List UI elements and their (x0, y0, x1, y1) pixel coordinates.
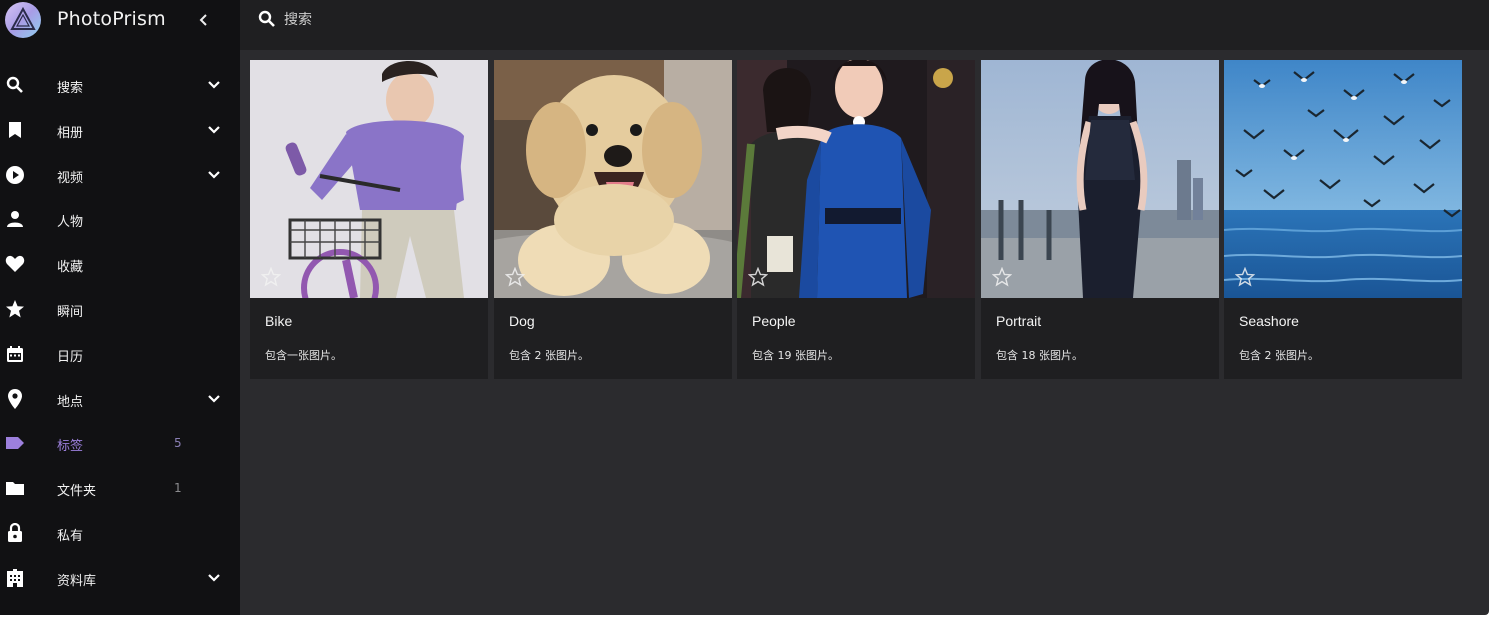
sidebar-item-label: 相册 (57, 125, 84, 141)
sidebar-item-folders[interactable]: 文件夹 1 (0, 466, 240, 511)
library-icon (5, 568, 25, 588)
sidebar-item-people[interactable]: 人物 (0, 197, 240, 242)
label-card-seashore[interactable]: Seashore 包含 2 张图片。 (1224, 60, 1462, 379)
sidebar-item-label: 私有 (57, 528, 84, 544)
label-title: People (752, 313, 796, 329)
sidebar-item-favorites[interactable]: 收藏 (0, 242, 240, 287)
star-icon (5, 299, 25, 319)
heart-icon (5, 254, 25, 274)
sidebar-item-label: 搜索 (57, 81, 84, 96)
bookmark-icon (5, 120, 25, 140)
label-card-people[interactable]: People 包含 19 张图片。 (737, 60, 975, 379)
label-title: Portrait (996, 313, 1042, 329)
label-title: Seashore (1239, 313, 1299, 329)
brand[interactable]: PhotoPrism (0, 0, 240, 40)
label-thumbnail[interactable] (981, 60, 1219, 298)
label-card-portrait[interactable]: Portrait 包含 18 张图片。 (981, 60, 1219, 379)
star-outline-icon[interactable] (504, 266, 526, 287)
label-caption: 包含 2 张图片。 (1239, 349, 1319, 362)
label-caption: 包含一张图片。 (265, 349, 342, 362)
label-thumbnail[interactable] (1224, 60, 1462, 298)
search-input[interactable] (282, 6, 686, 34)
app-window: PhotoPrism 搜索 相册 视频 人物 收藏 瞬间 日历 地点 标签 5 … (0, 0, 1489, 615)
chevron-down-icon[interactable] (205, 569, 223, 587)
label-thumbnail[interactable] (250, 60, 488, 298)
sidebar-item-library[interactable]: 资料库 (0, 556, 240, 601)
sidebar-item-videos[interactable]: 视频 (0, 153, 240, 198)
sidebar-item-places[interactable]: 地点 (0, 377, 240, 422)
map-pin-icon (5, 388, 25, 409)
sidebar-nav: 搜索 相册 视频 人物 收藏 瞬间 日历 地点 标签 5 文件夹 1 私有 资料… (0, 63, 240, 601)
folder-icon (5, 478, 25, 498)
star-outline-icon[interactable] (260, 266, 282, 287)
app-title: PhotoPrism (57, 8, 166, 30)
labels-count-badge: 5 (174, 436, 182, 451)
person-icon (5, 209, 25, 229)
folders-count-badge: 1 (174, 481, 182, 496)
star-outline-icon[interactable] (991, 266, 1013, 287)
chevron-down-icon[interactable] (205, 390, 223, 408)
label-caption: 包含 18 张图片。 (996, 349, 1083, 362)
label-thumbnail[interactable] (737, 60, 975, 298)
calendar-icon (5, 344, 25, 364)
sidebar-item-label: 文件夹 (57, 484, 97, 500)
top-toolbar (240, 0, 1489, 50)
label-title: Dog (509, 313, 535, 329)
label-thumbnail[interactable] (494, 60, 732, 298)
label-caption: 包含 2 张图片。 (509, 349, 589, 362)
sidebar-item-search[interactable]: 搜索 (0, 63, 240, 108)
collapse-sidebar-button[interactable] (194, 10, 214, 30)
star-outline-icon[interactable] (1234, 266, 1256, 287)
chevron-down-icon[interactable] (205, 76, 223, 94)
play-circle-icon (5, 165, 25, 185)
sidebar: PhotoPrism 搜索 相册 视频 人物 收藏 瞬间 日历 地点 标签 5 … (0, 0, 240, 615)
sidebar-item-label: 资料库 (57, 573, 97, 589)
sidebar-item-calendar[interactable]: 日历 (0, 332, 240, 377)
chevron-down-icon[interactable] (205, 121, 223, 139)
sidebar-item-label: 地点 (57, 394, 84, 410)
search-icon[interactable] (258, 10, 276, 28)
lock-icon (5, 522, 25, 543)
sidebar-item-label: 日历 (57, 349, 84, 365)
sidebar-item-moments[interactable]: 瞬间 (0, 287, 240, 332)
label-card-bike[interactable]: Bike 包含一张图片。 (250, 60, 488, 379)
sidebar-item-labels[interactable]: 标签 5 (0, 421, 240, 466)
search-icon (5, 75, 25, 95)
sidebar-item-label: 标签 (57, 439, 84, 455)
sidebar-item-label: 瞬间 (57, 304, 84, 320)
sidebar-item-label: 人物 (57, 215, 84, 231)
chevron-down-icon[interactable] (205, 166, 223, 184)
star-outline-icon[interactable] (747, 266, 769, 287)
label-card-dog[interactable]: Dog 包含 2 张图片。 (494, 60, 732, 379)
label-icon (5, 433, 25, 453)
sidebar-item-albums[interactable]: 相册 (0, 108, 240, 153)
sidebar-item-label: 视频 (57, 170, 84, 186)
sidebar-item-label: 收藏 (57, 260, 84, 276)
label-title: Bike (265, 313, 293, 329)
label-caption: 包含 19 张图片。 (752, 349, 839, 362)
photoprism-logo-icon[interactable] (4, 1, 42, 39)
sidebar-item-private[interactable]: 私有 (0, 511, 240, 556)
